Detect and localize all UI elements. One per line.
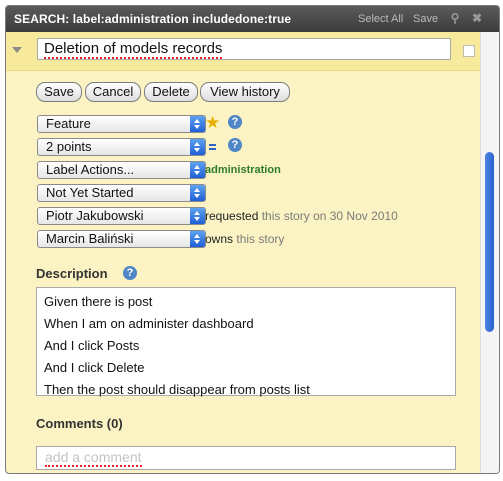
story-details: Deletion of models records Save Cancel D… bbox=[6, 32, 481, 473]
cancel-button[interactable]: Cancel bbox=[85, 82, 141, 102]
select-arrows-icon bbox=[190, 162, 205, 178]
story-name-text: Deletion of models records bbox=[44, 40, 223, 59]
select-arrows-icon bbox=[190, 185, 205, 201]
description-line: And I click Delete bbox=[44, 360, 145, 375]
requester-value: Piotr Jakubowski bbox=[46, 208, 144, 223]
description-heading: Description bbox=[36, 266, 108, 281]
select-arrows-icon bbox=[190, 116, 205, 132]
panel-titlebar: SEARCH: label:administration includedone… bbox=[6, 6, 499, 32]
select-arrows-icon bbox=[190, 208, 205, 224]
story-state-value: Not Yet Started bbox=[46, 185, 134, 200]
help-icon[interactable]: ? bbox=[228, 138, 242, 152]
story-points-select[interactable]: 2 points bbox=[37, 138, 206, 156]
owner-value: Marcin Baliński bbox=[46, 231, 134, 246]
story-type-value: Feature bbox=[46, 116, 91, 131]
owns-rest-text: this story bbox=[236, 232, 285, 246]
select-all-link[interactable]: Select All bbox=[358, 13, 403, 25]
requested-meta: requested this story on 30 Nov 2010 bbox=[205, 209, 398, 223]
owns-label: owns bbox=[205, 232, 234, 246]
story-points-value: 2 points bbox=[46, 139, 92, 154]
story-name-input[interactable]: Deletion of models records bbox=[37, 38, 451, 60]
select-arrows-icon bbox=[190, 139, 205, 155]
description-textarea[interactable]: Given there is post When I am on adminis… bbox=[36, 287, 456, 397]
select-arrows-icon bbox=[190, 231, 205, 247]
estimate-icon bbox=[209, 144, 216, 150]
story-panel: SEARCH: label:administration includedone… bbox=[5, 5, 500, 474]
story-select-checkbox[interactable] bbox=[463, 45, 475, 57]
description-line: Then the post should disappear from post… bbox=[44, 382, 310, 397]
story-state-select[interactable]: Not Yet Started bbox=[37, 184, 206, 202]
scrollbar[interactable] bbox=[480, 32, 499, 473]
comments-heading: Comments (0) bbox=[36, 416, 123, 431]
owner-select[interactable]: Marcin Baliński bbox=[37, 230, 206, 248]
requested-date-text: this story on 30 Nov 2010 bbox=[261, 209, 398, 223]
save-button[interactable]: Save bbox=[36, 82, 82, 102]
collapse-arrow-icon[interactable] bbox=[12, 47, 22, 53]
description-line: When I am on administer dashboard bbox=[44, 316, 254, 331]
label-actions-select[interactable]: Label Actions... bbox=[37, 161, 206, 179]
delete-button[interactable]: Delete bbox=[144, 82, 198, 102]
comment-input[interactable]: add a comment bbox=[36, 446, 456, 470]
scrollbar-thumb[interactable] bbox=[485, 152, 494, 332]
comment-placeholder: add a comment bbox=[45, 449, 142, 467]
view-history-button[interactable]: View history bbox=[200, 82, 290, 102]
story-name-row: Deletion of models records bbox=[6, 32, 481, 71]
save-link[interactable]: Save bbox=[413, 13, 438, 25]
help-icon[interactable]: ? bbox=[228, 115, 242, 129]
feature-star-icon: ★ bbox=[205, 113, 221, 132]
requester-select[interactable]: Piotr Jakubowski bbox=[37, 207, 206, 225]
label-actions-value: Label Actions... bbox=[46, 162, 135, 177]
description-line: Given there is post bbox=[44, 294, 153, 309]
pin-icon[interactable]: ⚲ bbox=[448, 11, 462, 25]
description-line: And I click Posts bbox=[44, 338, 140, 353]
story-type-select[interactable]: Feature bbox=[37, 115, 206, 133]
panel-title: SEARCH: label:administration includedone… bbox=[14, 12, 292, 26]
label-administration[interactable]: administration bbox=[205, 164, 281, 176]
help-icon[interactable]: ? bbox=[123, 266, 137, 280]
close-icon[interactable]: ✖ bbox=[470, 11, 484, 25]
owns-meta: owns this story bbox=[205, 232, 284, 246]
requested-label: requested bbox=[205, 209, 259, 223]
